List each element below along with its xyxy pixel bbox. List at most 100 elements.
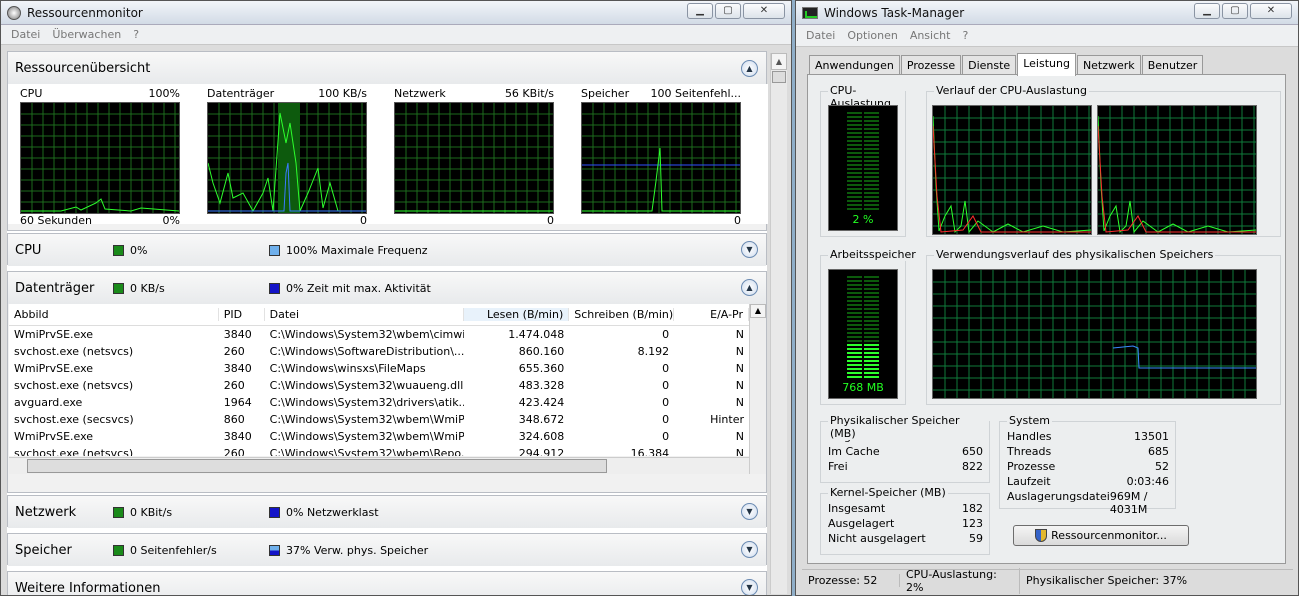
legend-swatch <box>269 244 280 256</box>
more-info-section[interactable]: Weitere Informationen ▼ <box>7 571 767 595</box>
rm-titlebar[interactable]: Ressourcenmonitor ▁ ▢ ✕ <box>1 1 791 25</box>
meter-segment <box>847 328 862 330</box>
cell-schreiben: 16.384 <box>630 447 670 456</box>
menu-ansicht[interactable]: Ansicht <box>910 29 951 42</box>
meter-segment <box>864 344 879 346</box>
tab-prozesse[interactable]: Prozesse <box>900 55 962 75</box>
scroll-up-icon[interactable]: ▲ <box>771 53 787 70</box>
cell-lesen: 324.608 <box>518 430 565 443</box>
cpu-leg1: 0% <box>130 243 148 257</box>
cell-abbild: WmiPrvSE.exe <box>14 362 94 375</box>
legend-swatch <box>269 282 280 294</box>
cpu-history-graph-2 <box>1097 105 1257 235</box>
table-vscrollbar[interactable]: ▲ <box>749 304 766 474</box>
cell-abbild: WmiPrvSE.exe <box>14 328 94 341</box>
cell-abbild: avguard.exe <box>14 396 83 409</box>
network-section[interactable]: Netzwerk 0 KBit/s 0% Netzwerklast ▼ <box>7 495 767 528</box>
tab-netzwerk[interactable]: Netzwerk <box>1076 55 1141 75</box>
meter-segment <box>864 160 879 162</box>
meter-segment <box>847 160 862 162</box>
task-manager-window: Windows Task-Manager ▁ ▢ ✕ Datei Optione… <box>795 0 1299 596</box>
expand-icon[interactable]: ▼ <box>741 503 758 520</box>
meter-segment <box>864 324 879 326</box>
disk-section-header[interactable]: Datenträger 0 KB/s 0% Zeit mit max. Akti… <box>8 272 766 304</box>
cpu-section[interactable]: CPU 0% 100% Maximale Frequenz ▼ <box>7 233 767 266</box>
meter-segment <box>847 200 862 202</box>
maximize-button[interactable]: ▢ <box>1222 3 1248 19</box>
minimize-button[interactable]: ▁ <box>1194 3 1220 19</box>
memory-value: 768 MB <box>842 381 884 394</box>
table-row[interactable]: WmiPrvSE.exe 3840 C:\Windows\System32\wbem… <box>9 428 749 445</box>
tab-leistung[interactable]: Leistung <box>1017 53 1076 76</box>
col-schreiben[interactable]: Schreiben (B/min) <box>569 308 675 321</box>
menu-help[interactable]: ? <box>133 28 139 41</box>
col-lesen[interactable]: Lesen (B/min) <box>464 308 570 321</box>
cell-abbild: svchost.exe (netsvcs) <box>14 345 134 358</box>
collapse-icon[interactable]: ▲ <box>741 279 758 296</box>
tab-dienste[interactable]: Dienste <box>962 55 1017 75</box>
cell-lesen: 655.360 <box>518 362 565 375</box>
cell-pid: 3840 <box>223 328 252 341</box>
rm-vscrollbar[interactable]: ▲ <box>770 53 787 594</box>
table-hscrollbar[interactable] <box>9 457 749 474</box>
tab-anwendungen[interactable]: Anwendungen <box>809 55 900 75</box>
expand-icon[interactable]: ▼ <box>741 579 758 595</box>
menu-optionen[interactable]: Optionen <box>847 29 897 42</box>
overview-header[interactable]: Ressourcenübersicht ▲ <box>8 52 766 84</box>
meter-segment <box>864 340 879 342</box>
cell-abbild: svchost.exe (netsvcs) <box>14 447 134 456</box>
meter-segment <box>847 356 862 358</box>
cell-pid: 260 <box>223 447 245 456</box>
meter-segment <box>864 360 879 362</box>
table-row[interactable]: WmiPrvSE.exe 3840 C:\Windows\System32\wbem… <box>9 326 749 343</box>
vscroll-thumb[interactable] <box>772 71 786 83</box>
meter-segment <box>847 164 862 166</box>
col-abbild[interactable]: Abbild <box>9 308 219 321</box>
memory-section[interactable]: Speicher 0 Seitenfehler/s 37% Verw. phys… <box>7 533 767 566</box>
table-row[interactable]: svchost.exe (netsvcs) 260 C:\Windows\Softw… <box>9 343 749 360</box>
tm-statusbar: Prozesse: 52 CPU-Auslastung: 2% Physikal… <box>802 567 1293 594</box>
graph-svg <box>1098 106 1256 234</box>
meter-segment <box>847 144 862 146</box>
close-button[interactable]: ✕ <box>743 3 785 19</box>
col-pid[interactable]: PID <box>219 308 265 321</box>
cell-ea-prio: N <box>735 328 744 341</box>
table-row[interactable]: svchost.exe (netsvcs) 260 C:\Windows\Syste… <box>9 377 749 394</box>
menu-ueberwachen[interactable]: Überwachen <box>52 28 121 41</box>
scroll-up-icon[interactable]: ▲ <box>750 304 766 318</box>
expand-icon[interactable]: ▼ <box>741 241 758 258</box>
meter-segment <box>847 364 862 366</box>
table-row[interactable]: avguard.exe 1964 C:\Windows\System32\drive… <box>9 394 749 411</box>
table-row[interactable]: WmiPrvSE.exe 3840 C:\Windows\winsxs\FileMa… <box>9 360 749 377</box>
meter-segment <box>864 120 879 122</box>
overview-graphs: CPU 100% 60 Sekunden 0% Datenträger 100 KB/… <box>8 84 768 227</box>
tab-benutzer[interactable]: Benutzer <box>1141 55 1204 75</box>
menu-datei[interactable]: Datei <box>11 28 40 41</box>
meter-segment <box>847 360 862 362</box>
cpu-usage-meter: 2 % <box>828 105 898 231</box>
maximize-button[interactable]: ▢ <box>715 3 741 19</box>
meter-segment <box>864 308 879 310</box>
meter-segment <box>847 112 862 114</box>
tm-titlebar[interactable]: Windows Task-Manager ▁ ▢ ✕ <box>796 1 1298 25</box>
expand-icon[interactable]: ▼ <box>741 541 758 558</box>
memory-group: Arbeitsspeicher 768 MB <box>820 248 918 405</box>
meter-segment <box>847 344 862 346</box>
resource-monitor-button[interactable]: Ressourcenmonitor... <box>1013 525 1189 546</box>
meter-segment <box>864 144 879 146</box>
hscroll-thumb[interactable] <box>27 459 607 473</box>
stat-value: 123 <box>962 517 983 530</box>
close-button[interactable]: ✕ <box>1250 3 1292 19</box>
menu-datei[interactable]: Datei <box>806 29 835 42</box>
collapse-icon[interactable]: ▲ <box>741 60 758 77</box>
col-ea-prio[interactable]: E/A-Pr <box>674 308 749 321</box>
table-row[interactable]: svchost.exe (netsvcs) 260 C:\Windows\Syste… <box>9 445 749 456</box>
menu-help[interactable]: ? <box>962 29 968 42</box>
kernel-memory-title: Kernel-Speicher (MB) <box>828 486 948 499</box>
cpu-leg2: 100% Maximale Frequenz <box>286 243 428 257</box>
cell-schreiben: 0 <box>662 362 670 375</box>
minimize-button[interactable]: ▁ <box>687 3 713 19</box>
meter-segment <box>864 296 879 298</box>
col-datei[interactable]: Datei <box>265 308 465 321</box>
table-row[interactable]: svchost.exe (secsvcs) 860 C:\Windows\Syste… <box>9 411 749 428</box>
